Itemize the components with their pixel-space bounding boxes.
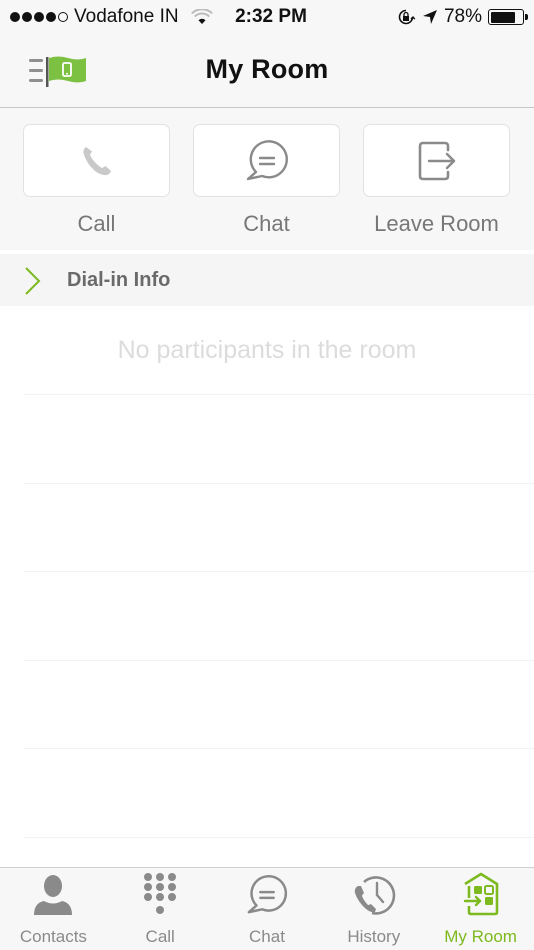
tab-contacts[interactable]: Contacts [0, 868, 107, 950]
battery-fill [490, 11, 515, 23]
empty-participants-message: No participants in the room [117, 336, 417, 364]
leave-room-button-box[interactable] [363, 124, 510, 197]
tab-my-room-label: My Room [444, 927, 517, 946]
person-icon [34, 875, 73, 915]
tab-chat[interactable]: Chat [214, 868, 321, 950]
room-icon [463, 872, 498, 916]
call-button-box[interactable] [23, 124, 170, 197]
battery-icon [488, 9, 528, 25]
participants-list: No participants in the room [0, 306, 534, 867]
list-divider [24, 837, 534, 838]
chat-button[interactable]: Chat [193, 124, 340, 237]
status-bar: Vodafone IN 2:32 PM 78% [0, 0, 534, 36]
exit-icon [418, 141, 455, 180]
call-history-icon [354, 876, 396, 915]
battery-percent: 78% [443, 6, 482, 27]
tab-history-label: History [347, 927, 401, 946]
tab-call[interactable]: Call [107, 868, 214, 950]
leave-room-button[interactable]: Leave Room [363, 124, 510, 237]
phone-icon [82, 146, 111, 175]
status-right: 78% [396, 6, 528, 28]
leave-room-label: Leave Room [374, 211, 499, 236]
chat-bubble-icon [247, 874, 288, 914]
call-label: Call [77, 211, 116, 236]
dial-in-info-label: Dial-in Info [67, 269, 171, 291]
chat-label: Chat [243, 211, 290, 236]
navigation-bar: My Room [0, 36, 534, 108]
keypad-icon [144, 873, 177, 914]
tab-call-label: Call [145, 927, 175, 946]
list-divider [24, 660, 534, 661]
tab-chat-label: Chat [249, 927, 285, 946]
rotation-lock-icon [398, 9, 416, 25]
dial-in-info-row[interactable]: Dial-in Info [0, 254, 534, 306]
list-divider [24, 483, 534, 484]
chat-bubble-icon [246, 139, 288, 180]
tab-history[interactable]: History [320, 868, 427, 950]
page-title: My Room [205, 54, 329, 84]
call-button[interactable]: Call [23, 124, 170, 237]
chat-button-box[interactable] [193, 124, 340, 197]
list-divider [24, 394, 534, 395]
room-actions: Call Chat Leave Room [0, 108, 534, 250]
list-divider [24, 748, 534, 749]
list-divider [24, 571, 534, 572]
tab-bar: Contacts Call Chat History My Room [0, 867, 534, 950]
tab-my-room[interactable]: My Room [427, 868, 534, 950]
tab-contacts-label: Contacts [19, 927, 87, 946]
location-arrow-icon [422, 10, 437, 24]
chevron-right-icon [25, 267, 41, 295]
